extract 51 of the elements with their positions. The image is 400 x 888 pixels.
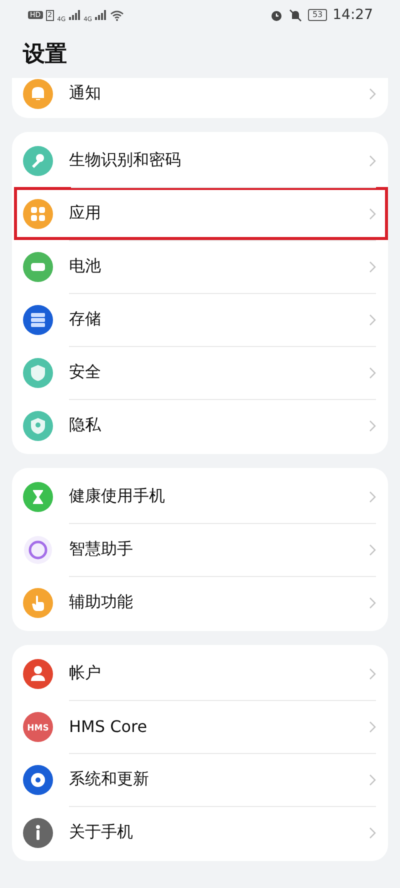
row-label: 电池 [69,256,102,277]
settings-row[interactable]: 通知 [12,78,388,118]
alarm-icon [270,8,284,22]
chevron-icon [369,826,376,838]
chevron-icon [369,544,376,556]
settings-row[interactable]: 辅助功能 [12,576,388,629]
chevron-icon [369,490,376,502]
battery-level: 53 [308,9,327,21]
row-label: 关于手机 [69,822,134,843]
chevron-icon [369,314,376,326]
row-label: 存储 [69,309,102,330]
chevron-icon [369,88,376,100]
chevron-icon [369,366,376,378]
chevron-icon [369,420,376,432]
settings-row[interactable]: 安全 [12,346,388,399]
row-label: 隐私 [69,415,102,436]
hms-icon: HMS [23,712,53,742]
row-label: HMS Core [69,717,148,736]
row-label: 辅助功能 [69,592,134,613]
row-label: 智慧助手 [69,539,134,560]
settings-row[interactable]: 智慧助手 [12,523,388,576]
clock-time: 14:27 [332,7,373,23]
signal-icon [68,10,81,20]
row-label: 安全 [69,362,102,383]
chevron-icon [369,720,376,732]
chevron-icon [369,208,376,220]
settings-row[interactable]: 应用 [14,187,388,240]
settings-row[interactable]: 关于手机 [12,806,388,859]
row-label: 应用 [69,203,102,224]
settings-row[interactable]: 电池 [12,240,388,293]
settings-row[interactable]: 健康使用手机 [12,470,388,523]
chevron-icon [369,774,376,786]
chevron-icon [369,260,376,272]
settings-row[interactable]: 隐私 [12,399,388,452]
row-label: 健康使用手机 [69,486,166,507]
signal-icon [95,10,108,20]
chevron-icon [369,596,376,608]
chevron-icon [369,668,376,680]
wifi-icon [110,10,124,20]
settings-row[interactable]: 帐户 [12,647,388,700]
settings-row[interactable]: 系统和更新 [12,753,388,806]
row-label: 帐户 [69,663,102,684]
settings-row[interactable]: HMS HMS Core [12,700,388,753]
muted-bell-icon [289,8,302,22]
row-label: 生物识别和密码 [69,150,182,171]
settings-row[interactable]: 存储 [12,293,388,346]
settings-row[interactable]: 生物识别和密码 [12,134,388,187]
row-label: 系统和更新 [69,769,150,790]
chevron-icon [369,154,376,166]
row-label: 通知 [69,83,102,104]
page-title: 设置 [22,41,68,69]
